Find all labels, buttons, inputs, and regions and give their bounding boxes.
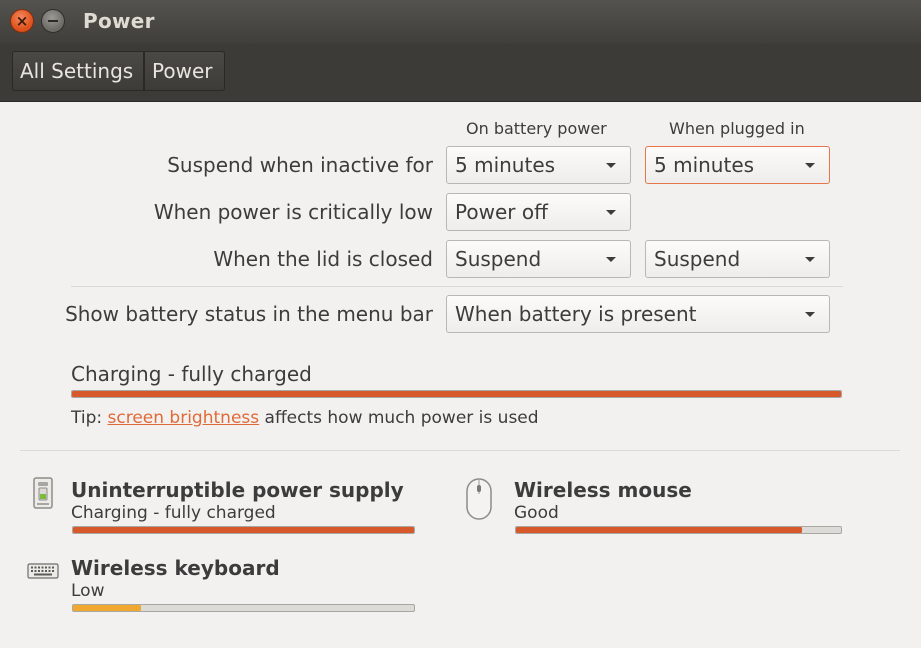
minimize-icon [48,20,58,22]
suspend-plugged-value: 5 minutes [654,153,755,177]
device-level-fill [516,527,802,533]
device-level-fill [73,605,142,611]
device-status: Good [514,503,559,523]
suspend-plugged-combo[interactable]: 5 minutes [645,146,830,184]
separator [71,286,843,287]
chevron-down-icon [606,210,616,215]
mouse-icon [466,478,492,520]
device-status: Low [71,581,105,601]
breadcrumb-power[interactable]: Power [144,51,225,91]
lid-plugged-combo[interactable]: Suspend [645,240,830,278]
toolbar: All Settings Power [0,44,921,102]
suspend-battery-combo[interactable]: 5 minutes [446,146,631,184]
lid-plugged-value: Suspend [654,247,741,271]
title-bar: × Power [0,0,921,44]
battery-status-combo[interactable]: When battery is present [446,295,830,333]
lid-battery-value: Suspend [455,247,542,271]
lid-closed-label: When the lid is closed [213,247,433,271]
window-title: Power [83,9,155,33]
lid-battery-combo[interactable]: Suspend [446,240,631,278]
power-panel: On battery power When plugged in Suspend… [0,102,921,648]
header-plugged-in: When plugged in [669,119,805,138]
ups-icon [33,477,53,509]
chevron-down-icon [805,257,815,262]
battery-level-fill [72,391,841,397]
tip-suffix: affects how much power is used [259,408,539,428]
chevron-down-icon [606,257,616,262]
device-status: Charging - fully charged [71,503,276,523]
device-level-bar [72,604,415,612]
suspend-battery-value: 5 minutes [455,153,556,177]
chevron-down-icon [805,312,815,317]
screen-brightness-link[interactable]: screen brightness [108,408,260,428]
device-level-bar [72,526,415,534]
chevron-down-icon [805,163,815,168]
device-name: Uninterruptible power supply [71,478,404,502]
critical-low-value: Power off [455,200,548,224]
device-level-fill [73,527,414,533]
battery-level-bar [71,390,842,398]
chevron-down-icon [606,163,616,168]
separator [20,450,900,451]
keyboard-icon [27,563,59,579]
device-level-bar [515,526,842,534]
all-settings-button[interactable]: All Settings [12,51,144,91]
device-name: Wireless mouse [514,478,692,502]
close-window-button[interactable]: × [10,9,34,33]
critical-low-label: When power is critically low [153,200,433,224]
battery-charge-status: Charging - fully charged [71,362,312,386]
tip-prefix: Tip: [71,408,108,428]
close-icon: × [15,12,29,30]
minimize-window-button[interactable] [41,9,65,33]
battery-status-label: Show battery status in the menu bar [65,302,433,326]
critical-low-combo[interactable]: Power off [446,193,631,231]
suspend-label: Suspend when inactive for [167,153,433,177]
device-name: Wireless keyboard [71,556,280,580]
battery-status-value: When battery is present [455,302,697,326]
tip-text: Tip: screen brightness affects how much … [71,408,539,428]
header-on-battery: On battery power [466,119,607,138]
